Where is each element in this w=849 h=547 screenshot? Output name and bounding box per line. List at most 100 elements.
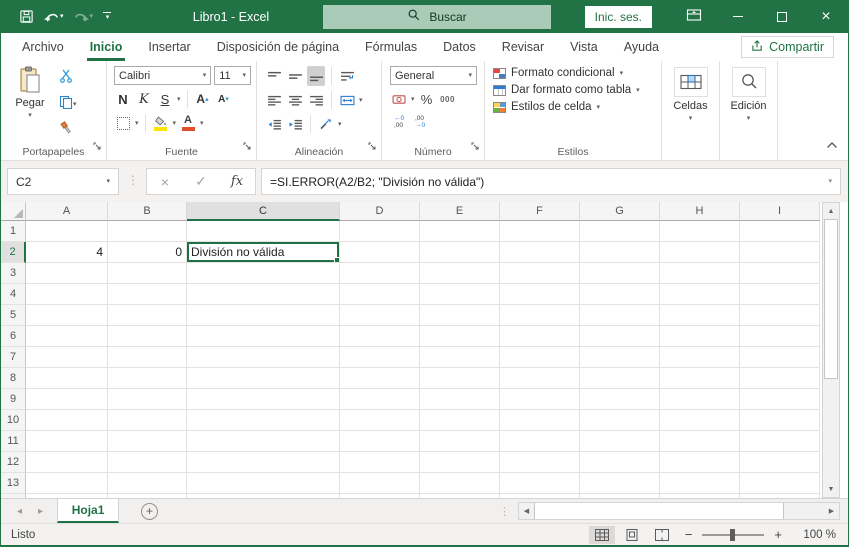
tab-ayuda[interactable]: Ayuda xyxy=(611,33,672,61)
cell-H13[interactable] xyxy=(660,473,740,494)
paste-dropdown-icon[interactable]: ▾ xyxy=(28,112,32,119)
cell-I2[interactable] xyxy=(740,242,820,263)
cell-F9[interactable] xyxy=(500,389,580,410)
maximize-button[interactable] xyxy=(760,0,804,33)
font-size-combobox[interactable]: 11▾ xyxy=(214,66,251,85)
fuente-dialog-launcher-icon[interactable] xyxy=(243,138,252,156)
cell-B5[interactable] xyxy=(108,305,187,326)
cell-H9[interactable] xyxy=(660,389,740,410)
zoom-slider[interactable] xyxy=(702,534,764,536)
close-button[interactable]: × xyxy=(804,0,848,33)
cell-E7[interactable] xyxy=(420,347,500,368)
row-header-13[interactable]: 13 xyxy=(1,473,26,494)
scroll-right-icon[interactable]: ▶ xyxy=(824,503,839,519)
cell-C9[interactable] xyxy=(187,389,340,410)
redo-button[interactable]: ▾ xyxy=(70,4,98,30)
cell-A11[interactable] xyxy=(26,431,108,452)
cell-D2[interactable] xyxy=(340,242,420,263)
edicion-button[interactable]: Edición ▾ xyxy=(725,67,773,122)
vertical-scroll-thumb[interactable] xyxy=(824,219,838,379)
sheet-tab-hoja1[interactable]: Hoja1 xyxy=(57,499,119,523)
cell-B10[interactable] xyxy=(108,410,187,431)
increase-indent-button[interactable] xyxy=(286,114,304,134)
cell-F12[interactable] xyxy=(500,452,580,473)
fill-color-dropdown-icon[interactable]: ▾ xyxy=(173,120,177,127)
zoom-slider-thumb[interactable] xyxy=(730,529,735,541)
cell-C3[interactable] xyxy=(187,263,340,284)
borders-button[interactable] xyxy=(114,113,132,133)
cell-F6[interactable] xyxy=(500,326,580,347)
search-box[interactable]: Buscar xyxy=(323,5,551,29)
cell-D10[interactable] xyxy=(340,410,420,431)
cell-styles-button[interactable]: Estilos de celda ▾ xyxy=(493,101,657,113)
cell-E10[interactable] xyxy=(420,410,500,431)
cell-G4[interactable] xyxy=(580,284,660,305)
cell-C7[interactable] xyxy=(187,347,340,368)
cell-I10[interactable] xyxy=(740,410,820,431)
cell-G8[interactable] xyxy=(580,368,660,389)
cell-C6[interactable] xyxy=(187,326,340,347)
select-all-corner[interactable] xyxy=(1,202,26,221)
row-header-7[interactable]: 7 xyxy=(1,347,26,368)
merge-center-button[interactable] xyxy=(338,90,356,110)
cell-E6[interactable] xyxy=(420,326,500,347)
tab-archivo[interactable]: Archivo xyxy=(9,33,77,61)
cell-H1[interactable] xyxy=(660,221,740,242)
undo-button[interactable]: ▾ xyxy=(40,4,68,30)
comma-style-button[interactable]: 000 xyxy=(439,89,457,109)
page-layout-view-button[interactable] xyxy=(619,526,645,544)
cell-C10[interactable] xyxy=(187,410,340,431)
cell-F7[interactable] xyxy=(500,347,580,368)
cell-F2[interactable] xyxy=(500,242,580,263)
merge-center-dropdown-icon[interactable]: ▾ xyxy=(359,97,363,104)
cell-B8[interactable] xyxy=(108,368,187,389)
cell-D8[interactable] xyxy=(340,368,420,389)
cell-C11[interactable] xyxy=(187,431,340,452)
cell-I13[interactable] xyxy=(740,473,820,494)
page-break-view-button[interactable] xyxy=(649,526,675,544)
next-sheet-icon[interactable]: ▸ xyxy=(38,506,43,517)
orientation-dropdown-icon[interactable]: ▾ xyxy=(338,121,342,128)
cell-E8[interactable] xyxy=(420,368,500,389)
row-header-12[interactable]: 12 xyxy=(1,452,26,473)
column-header-B[interactable]: B xyxy=(108,202,187,221)
row-header-9[interactable]: 9 xyxy=(1,389,26,410)
cancel-formula-button[interactable]: × xyxy=(147,169,183,194)
numero-dialog-launcher-icon[interactable] xyxy=(471,138,480,156)
insert-function-button[interactable]: fx xyxy=(219,169,255,194)
column-header-E[interactable]: E xyxy=(420,202,500,221)
column-header-D[interactable]: D xyxy=(340,202,420,221)
cell-D4[interactable] xyxy=(340,284,420,305)
cell-G3[interactable] xyxy=(580,263,660,284)
minimize-button[interactable] xyxy=(716,0,760,33)
cut-button[interactable] xyxy=(59,68,77,88)
cell-B12[interactable] xyxy=(108,452,187,473)
cell-G6[interactable] xyxy=(580,326,660,347)
align-middle-button[interactable] xyxy=(286,66,304,86)
cell-G11[interactable] xyxy=(580,431,660,452)
cell-A7[interactable] xyxy=(26,347,108,368)
vertical-scrollbar[interactable]: ▲ ▼ xyxy=(822,202,840,498)
borders-dropdown-icon[interactable]: ▾ xyxy=(135,120,139,127)
expand-formula-bar-icon[interactable]: ▾ xyxy=(828,178,832,185)
cell-G7[interactable] xyxy=(580,347,660,368)
font-name-combobox[interactable]: Calibri▾ xyxy=(114,66,211,85)
column-header-F[interactable]: F xyxy=(500,202,580,221)
cell-F11[interactable] xyxy=(500,431,580,452)
name-box[interactable]: C2 ▾ xyxy=(7,168,119,195)
zoom-in-button[interactable]: + xyxy=(768,527,788,542)
underline-button[interactable]: S xyxy=(156,89,174,109)
decrease-indent-button[interactable] xyxy=(265,114,283,134)
scroll-down-icon[interactable]: ▼ xyxy=(823,481,839,497)
cell-I1[interactable] xyxy=(740,221,820,242)
share-button[interactable]: Compartir xyxy=(741,36,834,58)
cell-B7[interactable] xyxy=(108,347,187,368)
cell-E13[interactable] xyxy=(420,473,500,494)
cell-E1[interactable] xyxy=(420,221,500,242)
italic-button[interactable]: K xyxy=(135,89,153,109)
align-center-button[interactable] xyxy=(286,90,304,110)
wrap-text-button[interactable] xyxy=(338,66,356,86)
cell-I7[interactable] xyxy=(740,347,820,368)
paste-button[interactable]: Pegar ▾ xyxy=(8,66,52,144)
cell-E3[interactable] xyxy=(420,263,500,284)
